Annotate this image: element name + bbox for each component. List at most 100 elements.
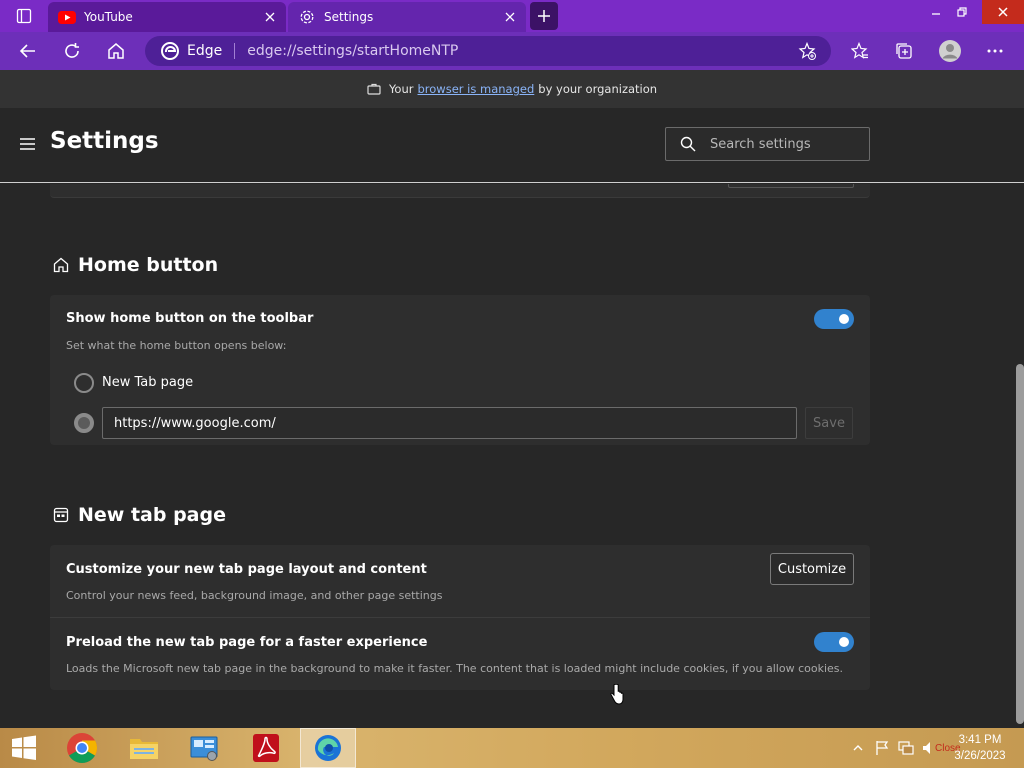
previous-section-card: [50, 184, 870, 198]
chrome-icon: [67, 733, 98, 764]
home-url-input[interactable]: [102, 407, 797, 439]
home-icon: [108, 43, 124, 59]
favorites-icon: [851, 42, 868, 59]
site-identity-label: Edge: [187, 43, 223, 59]
tab-title: Settings: [324, 10, 374, 24]
omnibox-divider: [234, 43, 236, 59]
more-menu-button[interactable]: [980, 36, 1010, 66]
taskbar-control-panel[interactable]: [176, 728, 232, 768]
tab-settings[interactable]: Settings: [288, 2, 526, 32]
gear-icon: [298, 10, 316, 24]
page-title: Settings: [50, 128, 159, 154]
collections-icon: [896, 43, 912, 59]
file-explorer-icon: [130, 739, 158, 759]
edge-icon: [161, 42, 179, 60]
settings-header: Settings: [0, 108, 1024, 183]
ellipsis-icon: [987, 49, 1003, 53]
managed-browser-banner: Your browser is managed by your organiza…: [0, 70, 1024, 108]
settings-content: Home button Show home button on the tool…: [0, 184, 1016, 728]
back-button[interactable]: [13, 36, 43, 66]
search-input[interactable]: [710, 136, 860, 152]
home-button-card: Show home button on the toolbar Set what…: [50, 295, 870, 445]
banner-prefix: Your: [388, 82, 414, 96]
show-home-button-toggle[interactable]: [814, 309, 854, 329]
chevron-up-icon: [853, 745, 863, 751]
home-button[interactable]: [101, 36, 131, 66]
add-favorite-button[interactable]: [793, 37, 821, 65]
clock-date: 3/26/2023: [954, 750, 1006, 762]
taskbar-edge[interactable]: [300, 728, 356, 768]
restore-button[interactable]: [946, 0, 978, 24]
taskbar-chrome[interactable]: [54, 728, 110, 768]
section-title-text: Home button: [78, 254, 219, 276]
tab-actions-button[interactable]: [8, 4, 40, 28]
edge-icon: [315, 735, 341, 761]
collections-button[interactable]: [889, 36, 919, 66]
plus-icon: [538, 10, 550, 22]
speaker-muted-icon: [923, 742, 930, 754]
restore-icon: [957, 7, 967, 17]
preload-ntp-toggle[interactable]: [814, 632, 854, 652]
windows-logo-icon: [12, 735, 36, 760]
new-tab-page-card: Customize your new tab page layout and c…: [50, 545, 870, 690]
start-button[interactable]: [0, 728, 48, 768]
toggle-knob: [839, 637, 849, 647]
taskbar-file-explorer[interactable]: [116, 728, 172, 768]
tab-actions-icon: [16, 8, 32, 24]
customize-ntp-label: Customize your new tab page layout and c…: [66, 562, 427, 577]
previous-section-button[interactable]: [728, 184, 854, 188]
refresh-icon: [65, 43, 79, 58]
customize-ntp-description: Control your news feed, background image…: [66, 589, 443, 602]
vertical-scrollbar[interactable]: [1016, 184, 1024, 728]
show-home-button-label: Show home button on the toolbar: [66, 311, 314, 326]
browser-toolbar: Edge edge://settings/startHomeNTP: [0, 32, 1024, 70]
url-text[interactable]: edge://settings/startHomeNTP: [247, 43, 793, 59]
youtube-icon: [58, 10, 76, 24]
toggle-knob: [839, 314, 849, 324]
network-button[interactable]: [898, 740, 914, 756]
tab-title: YouTube: [84, 10, 133, 24]
new-tab-page-icon: [52, 506, 70, 524]
action-center-button[interactable]: [874, 740, 890, 756]
close-window-button[interactable]: [982, 0, 1024, 24]
clock-time: 3:41 PM: [958, 734, 1002, 746]
banner-suffix: by your organization: [538, 82, 658, 96]
favorites-button[interactable]: [845, 36, 875, 66]
show-hidden-icons-button[interactable]: [850, 740, 866, 756]
refresh-button[interactable]: [57, 36, 87, 66]
row-divider: [50, 617, 870, 618]
close-icon: [998, 7, 1008, 17]
tab-youtube[interactable]: YouTube: [48, 2, 286, 32]
radio-new-tab-page[interactable]: [74, 373, 94, 393]
preload-ntp-description: Loads the Microsoft new tab page in the …: [66, 662, 844, 675]
customize-button[interactable]: Customize: [770, 553, 854, 585]
flag-icon: [876, 741, 889, 755]
windows-taskbar: Close 3:41 PM 3/26/2023: [0, 728, 1024, 768]
search-icon: [680, 136, 696, 152]
hamburger-menu-icon[interactable]: [18, 136, 38, 152]
new-tab-page-option-label: New Tab page: [102, 375, 194, 390]
profile-button[interactable]: [935, 36, 965, 66]
browser-managed-link[interactable]: browser is managed: [418, 82, 535, 96]
close-tab-icon[interactable]: [498, 5, 522, 29]
system-clock[interactable]: 3:41 PM 3/26/2023: [940, 732, 1020, 764]
address-bar[interactable]: Edge edge://settings/startHomeNTP: [145, 36, 831, 66]
close-tab-icon[interactable]: [258, 5, 282, 29]
acrobat-icon: [253, 734, 279, 762]
arrow-left-icon: [19, 44, 35, 58]
hand-cursor-icon: [610, 684, 624, 705]
save-button[interactable]: Save: [805, 407, 853, 439]
radio-custom-url[interactable]: [74, 413, 94, 433]
home-button-description: Set what the home button opens below:: [66, 339, 287, 352]
section-title-text: New tab page: [78, 504, 226, 526]
scrollbar-thumb[interactable]: [1016, 364, 1024, 724]
taskbar-acrobat[interactable]: [238, 728, 294, 768]
minimize-icon: [932, 13, 940, 15]
new-tab-button[interactable]: [530, 2, 558, 30]
home-icon: [52, 256, 70, 274]
network-icon: [898, 741, 914, 755]
tab-strip: YouTube Settings: [0, 0, 1024, 32]
search-settings-box[interactable]: [665, 127, 870, 161]
briefcase-icon: [367, 83, 381, 95]
star-plus-icon: [798, 42, 816, 60]
